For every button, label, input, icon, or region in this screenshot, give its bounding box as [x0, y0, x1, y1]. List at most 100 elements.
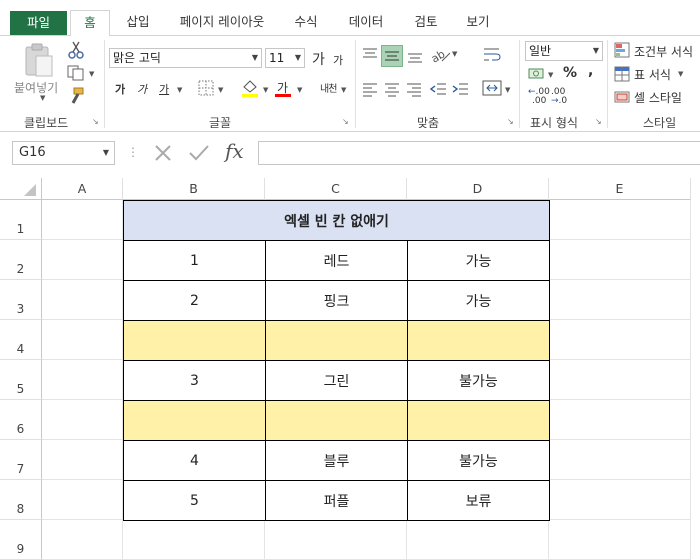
percent-button[interactable]: %: [563, 65, 577, 81]
column-header-c[interactable]: C: [265, 178, 407, 200]
align-left-icon[interactable]: [361, 81, 379, 97]
grid-cell[interactable]: [549, 240, 691, 280]
format-as-table-icon[interactable]: [614, 66, 630, 82]
formula-input[interactable]: [258, 141, 700, 165]
wrap-text-icon[interactable]: [482, 45, 502, 65]
row-header-4[interactable]: 4: [0, 320, 42, 360]
table-cell[interactable]: [407, 320, 550, 361]
format-as-table-dropdown-icon[interactable]: ▼: [678, 70, 683, 78]
conditional-format-button[interactable]: 조건부 서식: [634, 43, 693, 60]
table-cell[interactable]: 보류: [407, 480, 550, 521]
cell-styles-icon[interactable]: [614, 89, 630, 105]
borders-icon[interactable]: [198, 80, 214, 96]
row-header-1[interactable]: 1: [0, 200, 42, 240]
grid-cell[interactable]: [549, 440, 691, 480]
font-launcher-icon[interactable]: ↘: [342, 117, 349, 126]
row-header-3[interactable]: 3: [0, 280, 42, 320]
name-box[interactable]: G16 ▼: [12, 141, 115, 165]
column-header-b[interactable]: B: [123, 178, 265, 200]
grid-cell[interactable]: [549, 480, 691, 520]
grid-cell[interactable]: [42, 360, 123, 400]
grid-cell[interactable]: [549, 280, 691, 320]
grid-cell[interactable]: [42, 240, 123, 280]
insert-function-button[interactable]: fx: [225, 139, 244, 163]
grid-cell[interactable]: [42, 480, 123, 520]
grid-cell[interactable]: [549, 400, 691, 440]
grid-cell[interactable]: [42, 400, 123, 440]
paste-icon[interactable]: [22, 42, 56, 78]
comma-button[interactable]: ,: [588, 63, 593, 79]
table-title-cell[interactable]: 엑셀 빈 칸 없애기: [123, 200, 550, 241]
table-cell[interactable]: [407, 400, 550, 441]
enter-icon[interactable]: [188, 144, 210, 162]
table-cell[interactable]: [265, 400, 408, 441]
cell-styles-button[interactable]: 셀 스타일: [634, 89, 682, 106]
row-header-6[interactable]: 6: [0, 400, 42, 440]
table-cell[interactable]: 4: [123, 440, 266, 481]
table-cell[interactable]: 2: [123, 280, 266, 321]
accounting-format-icon[interactable]: [528, 66, 548, 82]
grid-cell[interactable]: [42, 200, 123, 240]
row-header-5[interactable]: 5: [0, 360, 42, 400]
table-cell[interactable]: 퍼플: [265, 480, 408, 521]
table-cell[interactable]: 블루: [265, 440, 408, 481]
grid-cell[interactable]: [42, 520, 123, 560]
table-cell[interactable]: 가능: [407, 280, 550, 321]
number-format-select[interactable]: 일반 ▼: [525, 41, 603, 61]
row-header-7[interactable]: 7: [0, 440, 42, 480]
borders-dropdown-icon[interactable]: ▼: [218, 86, 223, 94]
copy-icon[interactable]: [67, 65, 85, 81]
grid-cell[interactable]: [549, 320, 691, 360]
tab-formulas[interactable]: 수식: [283, 10, 329, 36]
grid-cell[interactable]: [549, 360, 691, 400]
column-header-d[interactable]: D: [407, 178, 549, 200]
table-cell[interactable]: 5: [123, 480, 266, 521]
table-cell[interactable]: [123, 320, 266, 361]
tab-review[interactable]: 검토: [403, 10, 449, 36]
merge-center-icon[interactable]: [482, 79, 502, 97]
tab-file[interactable]: 파일: [10, 11, 67, 35]
font-size-select[interactable]: 11 ▼: [265, 48, 305, 68]
underline-dropdown-icon[interactable]: ▼: [177, 86, 182, 94]
clipboard-launcher-icon[interactable]: ↘: [92, 117, 99, 126]
font-color-dropdown-icon[interactable]: ▼: [297, 86, 302, 94]
column-header-e[interactable]: E: [549, 178, 691, 200]
tab-data[interactable]: 데이터: [338, 10, 394, 36]
bold-button[interactable]: 가: [115, 81, 125, 97]
align-right-icon[interactable]: [405, 81, 423, 97]
decrease-indent-icon[interactable]: [429, 81, 447, 97]
align-top-icon[interactable]: [361, 46, 379, 64]
table-cell[interactable]: [123, 400, 266, 441]
grid-cell[interactable]: [123, 520, 265, 560]
decrease-decimal-button[interactable]: .00 →.0: [551, 88, 567, 106]
alignment-launcher-icon[interactable]: ↘: [507, 117, 514, 126]
column-header-a[interactable]: A: [42, 178, 123, 200]
conditional-format-icon[interactable]: [614, 42, 630, 58]
row-header-9[interactable]: 9: [0, 520, 42, 560]
grow-font-button[interactable]: 가: [312, 49, 325, 69]
format-as-table-button[interactable]: 표 서식: [634, 66, 671, 83]
table-cell[interactable]: 불가능: [407, 440, 550, 481]
increase-decimal-button[interactable]: ←.00.00: [528, 88, 550, 106]
tab-view[interactable]: 보기: [458, 10, 498, 36]
orientation-dropdown-icon[interactable]: ▼: [452, 50, 457, 58]
tab-insert[interactable]: 삽입: [115, 10, 161, 36]
tab-page-layout[interactable]: 페이지 레이아웃: [170, 10, 274, 36]
tab-home[interactable]: 홈: [70, 10, 110, 37]
formula-bar-grip-icon[interactable]: ⋮: [127, 145, 139, 159]
merge-dropdown-icon[interactable]: ▼: [505, 86, 510, 94]
orientation-icon[interactable]: ab: [430, 44, 452, 64]
paste-dropdown-icon[interactable]: ▼: [40, 94, 45, 102]
underline-button[interactable]: 가: [159, 81, 169, 97]
phonetic-button[interactable]: 내천: [320, 80, 337, 95]
select-all-corner[interactable]: [0, 178, 42, 200]
grid-cell[interactable]: [549, 200, 691, 240]
cut-icon[interactable]: [67, 41, 85, 59]
table-cell[interactable]: 3: [123, 360, 266, 401]
cancel-icon[interactable]: [153, 144, 173, 162]
row-header-2[interactable]: 2: [0, 240, 42, 280]
table-cell[interactable]: 1: [123, 240, 266, 281]
grid-cell[interactable]: [42, 440, 123, 480]
grid-cell[interactable]: [407, 520, 549, 560]
phonetic-dropdown-icon[interactable]: ▼: [341, 86, 346, 94]
